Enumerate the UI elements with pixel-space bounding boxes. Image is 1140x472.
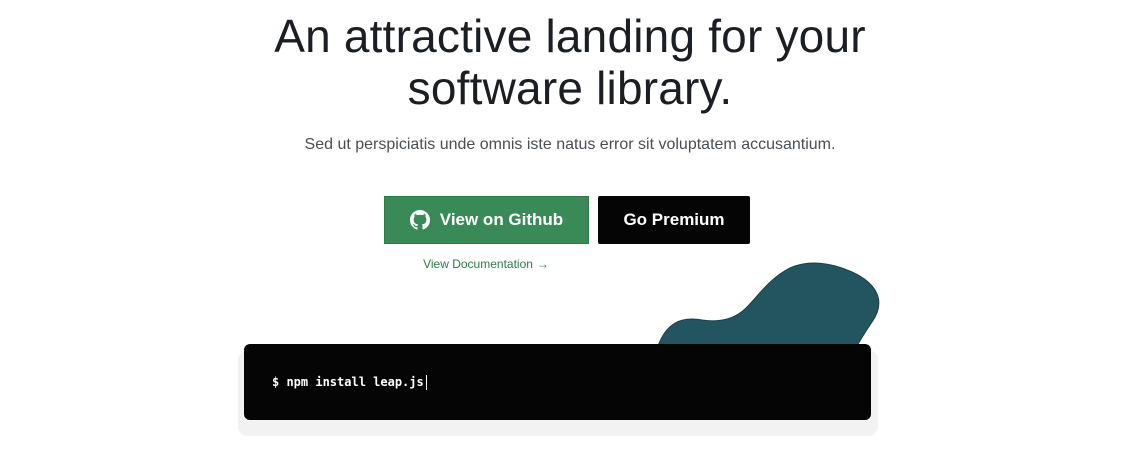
arrow-right-icon: → bbox=[536, 257, 549, 271]
decorative-blob-shape bbox=[657, 262, 880, 349]
go-premium-button[interactable]: Go Premium bbox=[598, 196, 750, 244]
view-on-github-button[interactable]: View on Github bbox=[384, 196, 589, 244]
text-cursor bbox=[425, 374, 427, 390]
go-premium-label: Go Premium bbox=[623, 210, 725, 229]
view-documentation-label: View Documentation bbox=[423, 257, 533, 271]
github-icon bbox=[409, 210, 430, 230]
hero-title-line-2: software library. bbox=[407, 62, 733, 114]
install-command-text: $ npm install leap.js bbox=[272, 375, 424, 389]
view-on-github-label: View on Github bbox=[439, 210, 564, 229]
hero-title: An attractive landing for your software … bbox=[0, 10, 1140, 114]
landing-page: An attractive landing for your software … bbox=[0, 0, 1140, 472]
hero-subtitle: Sed ut perspiciatis unde omnis iste natu… bbox=[304, 136, 836, 153]
install-command-terminal[interactable]: $ npm install leap.js bbox=[244, 344, 871, 420]
hero-title-line-1: An attractive landing for your bbox=[274, 10, 866, 62]
